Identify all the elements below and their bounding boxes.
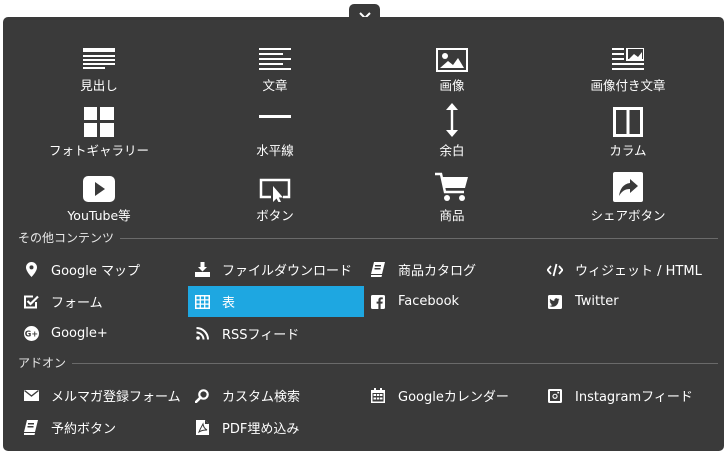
- heading-icon: [83, 48, 115, 69]
- download-icon: [194, 262, 210, 277]
- video-play-icon: [83, 176, 115, 202]
- item-google-map[interactable]: Google マップ: [17, 254, 193, 285]
- reservation-book-icon: [24, 420, 38, 435]
- item-label: PDF埋め込み: [222, 422, 300, 437]
- table-icon: [194, 294, 210, 309]
- section-title: アドオン: [18, 356, 67, 370]
- grid-label: シェアボタン: [590, 208, 666, 223]
- calendar-icon: [371, 388, 385, 403]
- catalog-book-icon: [371, 262, 385, 277]
- grid-label: カラム: [609, 143, 647, 158]
- columns-icon: [613, 107, 643, 137]
- grid-item-gallery[interactable]: フォトギャラリー: [24, 97, 174, 158]
- grid-item-youtube[interactable]: YouTube等: [24, 162, 174, 223]
- item-label: Facebook: [398, 294, 460, 309]
- section-other-contents: その他コンテンツ: [18, 231, 718, 245]
- item-twitter[interactable]: Twitter: [541, 286, 717, 317]
- pdf-file-icon: [195, 420, 209, 435]
- grid-label: ボタン: [256, 208, 294, 223]
- item-facebook[interactable]: Facebook: [364, 286, 540, 317]
- item-label: Google+: [51, 326, 108, 341]
- facebook-icon: [371, 294, 385, 309]
- grid-item-horizontal-rule[interactable]: 水平線: [200, 97, 350, 158]
- item-label: メルマガ登録フォーム: [51, 390, 181, 405]
- grid-item-product[interactable]: 商品: [377, 162, 527, 223]
- grid-label: 水平線: [256, 143, 294, 158]
- checkbox-form-icon: [23, 295, 39, 308]
- grid-item-image[interactable]: 画像: [377, 32, 527, 93]
- grid-item-share[interactable]: シェアボタン: [553, 162, 703, 223]
- grid-item-spacing[interactable]: 余白: [377, 97, 527, 158]
- item-label: フォーム: [51, 296, 103, 311]
- item-label: Twitter: [575, 294, 619, 309]
- item-label: ウィジェット / HTML: [575, 264, 702, 279]
- item-label: カスタム検索: [222, 390, 301, 405]
- item-rss-feed[interactable]: RSSフィード: [188, 318, 364, 349]
- item-product-catalog[interactable]: 商品カタログ: [364, 254, 540, 285]
- code-icon: [547, 263, 563, 276]
- grid-label: 文章: [262, 78, 288, 93]
- divider: [72, 362, 718, 364]
- item-label: Googleカレンダー: [398, 390, 509, 405]
- grid-label: 見出し: [80, 78, 118, 93]
- image-icon: [436, 48, 468, 72]
- google-plus-icon: G+: [23, 326, 39, 341]
- spacing-arrow-icon: [446, 103, 458, 137]
- rss-icon: [195, 327, 209, 340]
- grid-label: 画像: [439, 78, 465, 93]
- envelope-icon: [23, 390, 39, 401]
- grid-label: 画像付き文章: [590, 78, 666, 93]
- item-google-calendar[interactable]: Googleカレンダー: [364, 380, 540, 411]
- svg-text:G+: G+: [24, 330, 37, 339]
- item-label: ファイルダウンロード: [222, 264, 353, 279]
- grid-item-paragraph[interactable]: 文章: [200, 32, 350, 93]
- grid-item-columns[interactable]: カラム: [553, 97, 703, 158]
- twitter-icon: [548, 294, 562, 309]
- item-label: RSSフィード: [222, 328, 300, 343]
- item-label: Google マップ: [51, 264, 140, 279]
- item-instagram-feed[interactable]: Instagramフィード: [541, 380, 717, 411]
- section-title: その他コンテンツ: [18, 231, 115, 245]
- map-pin-icon: [25, 262, 37, 277]
- shopping-cart-icon: [435, 172, 468, 201]
- grid-item-button[interactable]: ボタン: [200, 162, 350, 223]
- horizontal-rule-icon: [259, 115, 291, 118]
- section-addon: アドオン: [18, 356, 718, 370]
- grid-label: YouTube等: [67, 208, 131, 223]
- grid-item-image-text[interactable]: 画像付き文章: [553, 32, 703, 93]
- item-google-plus[interactable]: G+ Google+: [17, 318, 193, 349]
- item-widget-html[interactable]: ウィジェット / HTML: [541, 254, 717, 285]
- grid-item-heading[interactable]: 見出し: [24, 32, 174, 93]
- item-file-download[interactable]: ファイルダウンロード: [188, 254, 364, 285]
- gallery-grid-icon: [84, 107, 114, 137]
- item-label: 商品カタログ: [398, 264, 477, 279]
- grid-label: フォトギャラリー: [48, 143, 149, 158]
- instagram-icon: [548, 388, 562, 403]
- item-reservation-button[interactable]: 予約ボタン: [17, 412, 193, 443]
- item-table[interactable]: 表: [188, 286, 364, 317]
- search-icon: [195, 388, 209, 403]
- item-custom-search[interactable]: カスタム検索: [188, 380, 364, 411]
- grid-label: 余白: [439, 143, 465, 158]
- item-label: 表: [222, 296, 236, 311]
- button-cursor-icon: [259, 178, 291, 202]
- share-arrow-icon: [613, 172, 643, 202]
- item-label: 予約ボタン: [51, 422, 117, 437]
- grid-label: 商品: [439, 208, 465, 223]
- divider: [120, 237, 718, 239]
- item-form[interactable]: フォーム: [17, 286, 193, 317]
- item-pdf-embed[interactable]: PDF埋め込み: [188, 412, 364, 443]
- item-newsletter-form[interactable]: メルマガ登録フォーム: [17, 380, 193, 411]
- paragraph-icon: [259, 48, 291, 70]
- image-text-icon: [612, 48, 644, 70]
- item-label: Instagramフィード: [575, 390, 693, 405]
